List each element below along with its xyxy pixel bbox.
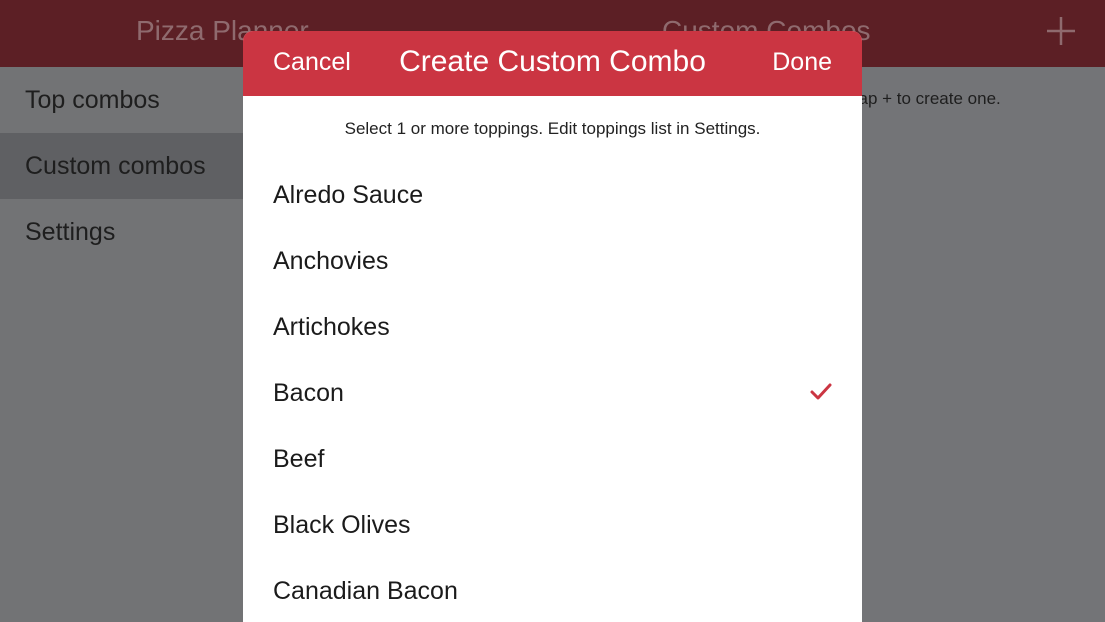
- app-window: Pizza Planner Custom Combos Top combos C…: [0, 0, 1105, 622]
- topping-label: Alredo Sauce: [273, 181, 424, 209]
- sidebar: Top combos Custom combos Settings: [0, 67, 243, 622]
- sidebar-item-custom-combos[interactable]: Custom combos: [0, 133, 243, 199]
- topping-label: Black Olives: [273, 511, 411, 539]
- topping-label: Bacon: [273, 379, 344, 407]
- plus-icon: [1047, 17, 1075, 45]
- modal-header: Cancel Create Custom Combo Done: [243, 31, 862, 96]
- topping-row[interactable]: Beef: [243, 426, 862, 492]
- create-combo-modal: Cancel Create Custom Combo Done Select 1…: [243, 31, 862, 622]
- topping-row[interactable]: Artichokes: [243, 294, 862, 360]
- add-combo-button[interactable]: [1044, 14, 1078, 48]
- done-button[interactable]: Done: [772, 48, 832, 77]
- topping-row[interactable]: Anchovies: [243, 228, 862, 294]
- topping-row[interactable]: Bacon: [243, 360, 862, 426]
- topping-label: Beef: [273, 445, 325, 473]
- topping-row[interactable]: Black Olives: [243, 492, 862, 558]
- topping-row[interactable]: Canadian Bacon: [243, 558, 862, 622]
- empty-state-hint: Tap + to create one.: [850, 89, 1001, 108]
- topping-list: Alredo Sauce Anchovies Artichokes Bacon …: [243, 162, 862, 622]
- topping-label: Canadian Bacon: [273, 577, 458, 605]
- modal-title: Create Custom Combo: [399, 45, 706, 78]
- topping-row[interactable]: Alredo Sauce: [243, 162, 862, 228]
- topping-label: Anchovies: [273, 247, 389, 275]
- checkmark-icon: [810, 383, 832, 400]
- sidebar-item-settings[interactable]: Settings: [0, 199, 243, 265]
- topping-label: Artichokes: [273, 313, 390, 341]
- instruction-text: Select 1 or more toppings. Edit toppings…: [344, 119, 761, 138]
- sidebar-item-top-combos[interactable]: Top combos: [0, 67, 243, 133]
